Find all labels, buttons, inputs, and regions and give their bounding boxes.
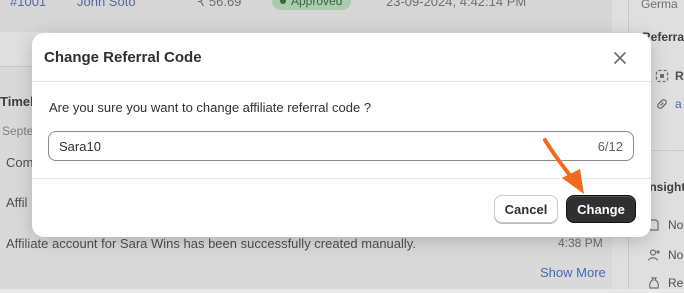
- change-referral-code-dialog: Change Referral Code Are you sure you wa…: [32, 33, 651, 237]
- close-icon[interactable]: [610, 48, 630, 68]
- character-count: 6/12: [597, 139, 623, 154]
- dialog-header: Change Referral Code: [32, 33, 651, 82]
- dialog-title: Change Referral Code: [44, 49, 202, 66]
- confirmation-question: Are you sure you want to change affiliat…: [49, 100, 372, 115]
- cancel-button[interactable]: Cancel: [494, 195, 558, 223]
- change-button[interactable]: Change: [566, 195, 636, 223]
- referral-code-input[interactable]: [59, 138, 539, 154]
- orange-arrow-icon: [543, 138, 584, 194]
